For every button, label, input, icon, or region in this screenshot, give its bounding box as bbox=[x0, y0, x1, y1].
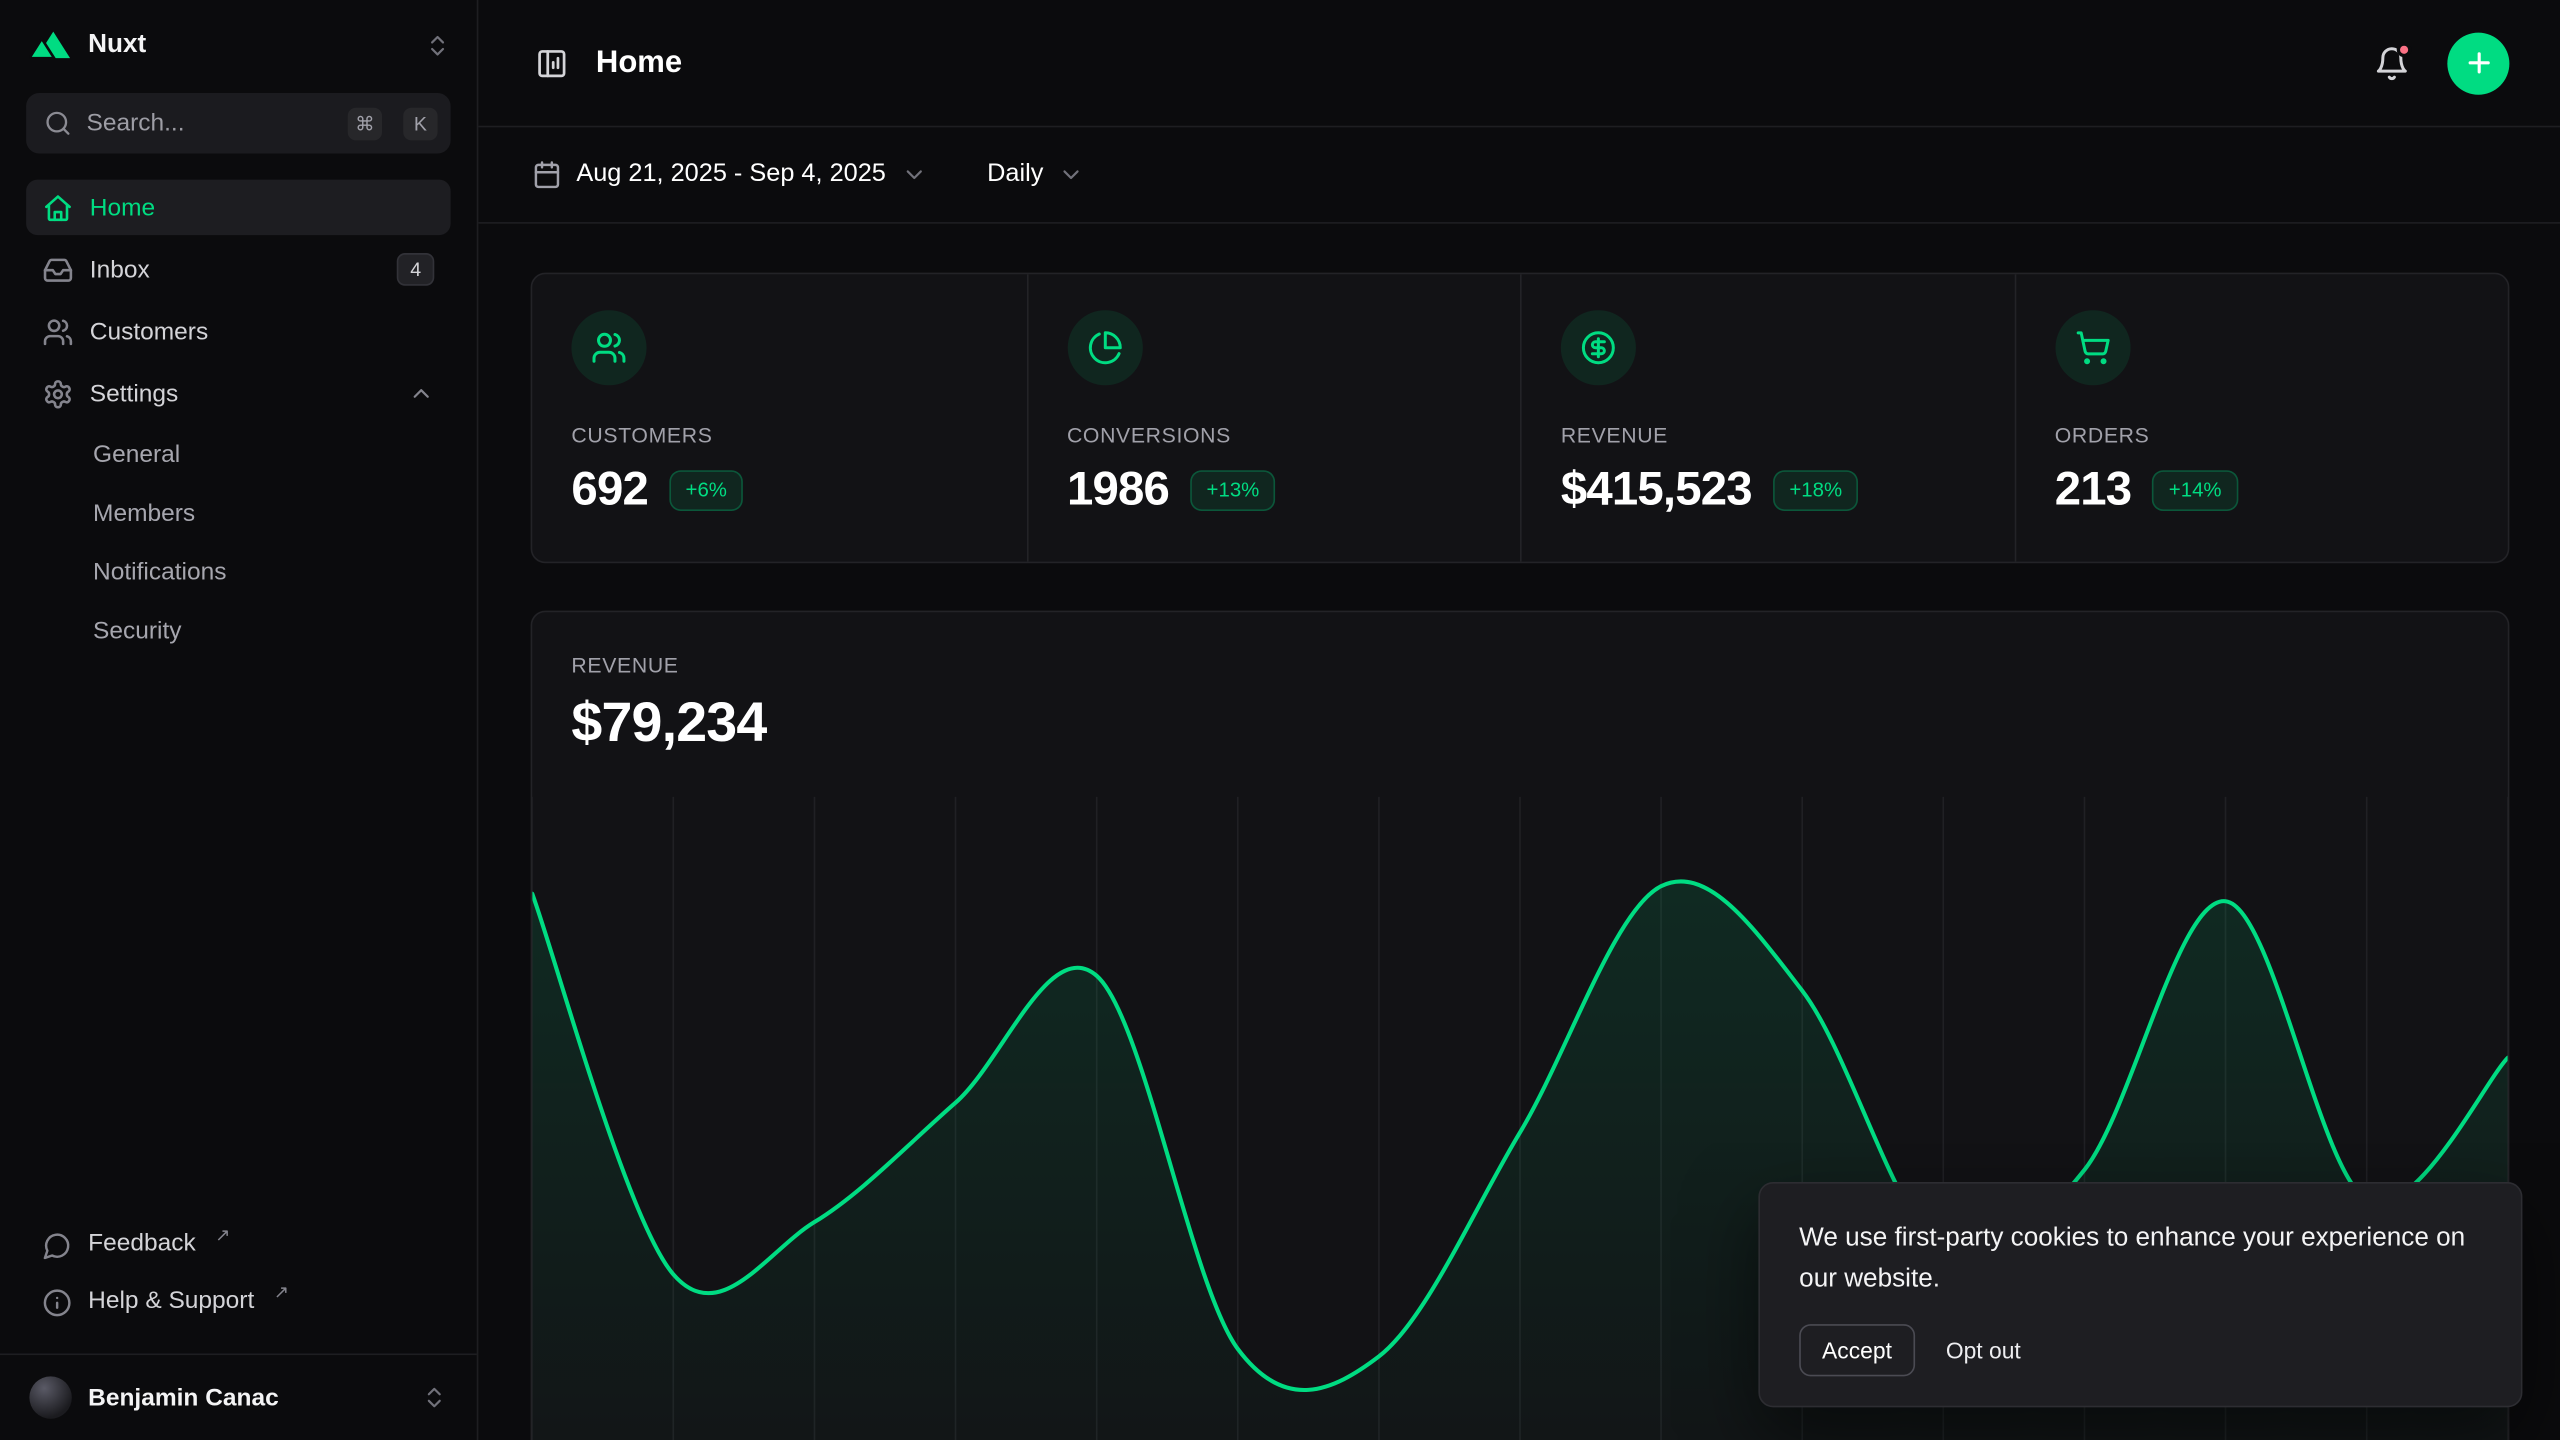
search-container: ⌘ K bbox=[0, 77, 477, 164]
chevron-down-icon bbox=[1058, 162, 1084, 188]
page-title: Home bbox=[596, 45, 682, 81]
search-box[interactable]: ⌘ K bbox=[26, 93, 450, 153]
sidebar-item-label: Settings bbox=[90, 380, 178, 408]
sidebar-item-notifications[interactable]: Notifications bbox=[26, 545, 450, 599]
stat-delta-badge: +6% bbox=[669, 471, 743, 511]
stat-value: 1986 bbox=[1067, 464, 1169, 518]
date-range-label: Aug 21, 2025 - Sep 4, 2025 bbox=[576, 160, 886, 189]
notification-dot bbox=[2397, 42, 2412, 57]
sidebar-item-label: Inbox bbox=[90, 256, 150, 284]
panel-left-icon bbox=[536, 47, 569, 80]
period-label: Daily bbox=[987, 160, 1043, 189]
stat-orders: ORDERS 213 +14% bbox=[2014, 274, 2508, 561]
app-root: Nuxt ⌘ K Home bbox=[0, 0, 2560, 1440]
sidebar-item-settings[interactable]: Settings bbox=[26, 366, 450, 422]
external-link-icon: ↗ bbox=[215, 1224, 230, 1245]
home-icon bbox=[42, 192, 73, 223]
nuxt-logo-icon bbox=[29, 29, 71, 60]
inbox-count-badge: 4 bbox=[397, 253, 434, 286]
revenue-card-label: REVENUE bbox=[571, 653, 2468, 677]
chevrons-up-down-icon bbox=[421, 1384, 447, 1410]
cookie-banner: We use first-party cookies to enhance yo… bbox=[1758, 1183, 2522, 1408]
avatar bbox=[29, 1376, 71, 1418]
stat-delta-badge: +18% bbox=[1773, 471, 1858, 511]
plus-icon bbox=[2463, 47, 2494, 78]
optout-cookies-button[interactable]: Opt out bbox=[1946, 1337, 2021, 1363]
stat-customers: CUSTOMERS 692 +6% bbox=[532, 274, 1026, 561]
stat-conversions: CONVERSIONS 1986 +13% bbox=[1026, 274, 1520, 561]
sidebar-item-members[interactable]: Members bbox=[26, 487, 450, 541]
stats-row: CUSTOMERS 692 +6% CONVERSIONS 1986 +13% bbox=[531, 273, 2510, 564]
user-name: Benjamin Canac bbox=[88, 1384, 279, 1412]
sidebar-item-security[interactable]: Security bbox=[26, 604, 450, 658]
stat-label: ORDERS bbox=[2055, 423, 2469, 447]
feedback-link[interactable]: Feedback ↗ bbox=[26, 1216, 450, 1273]
sub-item-label: Security bbox=[93, 617, 181, 645]
date-range-picker[interactable]: Aug 21, 2025 - Sep 4, 2025 bbox=[532, 160, 926, 189]
stat-delta-badge: +14% bbox=[2152, 471, 2237, 511]
sidebar-item-home[interactable]: Home bbox=[26, 180, 450, 236]
kbd-meta: ⌘ bbox=[348, 107, 382, 140]
help-support-label: Help & Support bbox=[88, 1287, 254, 1315]
accept-cookies-button[interactable]: Accept bbox=[1799, 1324, 1915, 1376]
chevron-up-icon bbox=[408, 380, 434, 406]
sidebar-item-general[interactable]: General bbox=[26, 428, 450, 482]
sidebar-item-label: Customers bbox=[90, 318, 208, 346]
sidebar-nav: Home Inbox 4 Customers Settings bbox=[0, 163, 477, 1206]
sidebar-item-customers[interactable]: Customers bbox=[26, 304, 450, 360]
chevrons-up-down-icon bbox=[424, 32, 450, 58]
search-icon bbox=[44, 109, 72, 137]
dollar-circle-icon bbox=[1561, 310, 1636, 385]
filter-toolbar: Aug 21, 2025 - Sep 4, 2025 Daily bbox=[478, 127, 2560, 223]
help-support-link[interactable]: Help & Support ↗ bbox=[26, 1273, 450, 1330]
user-menu[interactable]: Benjamin Canac bbox=[0, 1353, 477, 1440]
sidebar-footer: Feedback ↗ Help & Support ↗ bbox=[0, 1207, 477, 1354]
sidebar-toggle-button[interactable] bbox=[532, 43, 571, 82]
stat-revenue: REVENUE $415,523 +18% bbox=[1520, 274, 2014, 561]
message-bubble-icon bbox=[42, 1229, 71, 1260]
stat-label: CUSTOMERS bbox=[571, 423, 987, 447]
pie-chart-icon bbox=[1067, 310, 1142, 385]
users-circle-icon bbox=[571, 310, 646, 385]
shopping-cart-icon bbox=[2055, 310, 2130, 385]
calendar-icon bbox=[532, 160, 561, 189]
period-select[interactable]: Daily bbox=[987, 160, 1084, 189]
sidebar-item-inbox[interactable]: Inbox 4 bbox=[26, 242, 450, 298]
notifications-button[interactable] bbox=[2371, 42, 2413, 84]
sub-item-label: General bbox=[93, 441, 180, 469]
cookie-message: We use first-party cookies to enhance yo… bbox=[1799, 1220, 2481, 1301]
team-switcher[interactable]: Nuxt bbox=[0, 0, 477, 77]
external-link-icon: ↗ bbox=[274, 1282, 289, 1303]
gear-icon bbox=[42, 378, 73, 409]
stat-value: $415,523 bbox=[1561, 464, 1752, 518]
team-name: Nuxt bbox=[88, 30, 146, 59]
chevron-down-icon bbox=[901, 162, 927, 188]
stat-value: 692 bbox=[571, 464, 648, 518]
topbar: Home bbox=[478, 0, 2560, 127]
revenue-card-value: $79,234 bbox=[571, 692, 2468, 756]
stat-delta-badge: +13% bbox=[1190, 471, 1275, 511]
stat-value: 213 bbox=[2055, 464, 2132, 518]
info-circle-icon bbox=[42, 1287, 71, 1318]
kbd-k: K bbox=[403, 107, 437, 140]
sidebar: Nuxt ⌘ K Home bbox=[0, 0, 478, 1440]
sub-item-label: Members bbox=[93, 500, 195, 528]
sub-item-label: Notifications bbox=[93, 558, 226, 586]
stat-label: REVENUE bbox=[1561, 423, 1975, 447]
add-button[interactable] bbox=[2447, 32, 2509, 94]
sidebar-item-label: Home bbox=[90, 193, 155, 221]
stat-label: CONVERSIONS bbox=[1067, 423, 1481, 447]
inbox-icon bbox=[42, 254, 73, 285]
search-input[interactable] bbox=[87, 109, 334, 137]
feedback-label: Feedback bbox=[88, 1229, 196, 1257]
users-icon bbox=[42, 316, 73, 347]
